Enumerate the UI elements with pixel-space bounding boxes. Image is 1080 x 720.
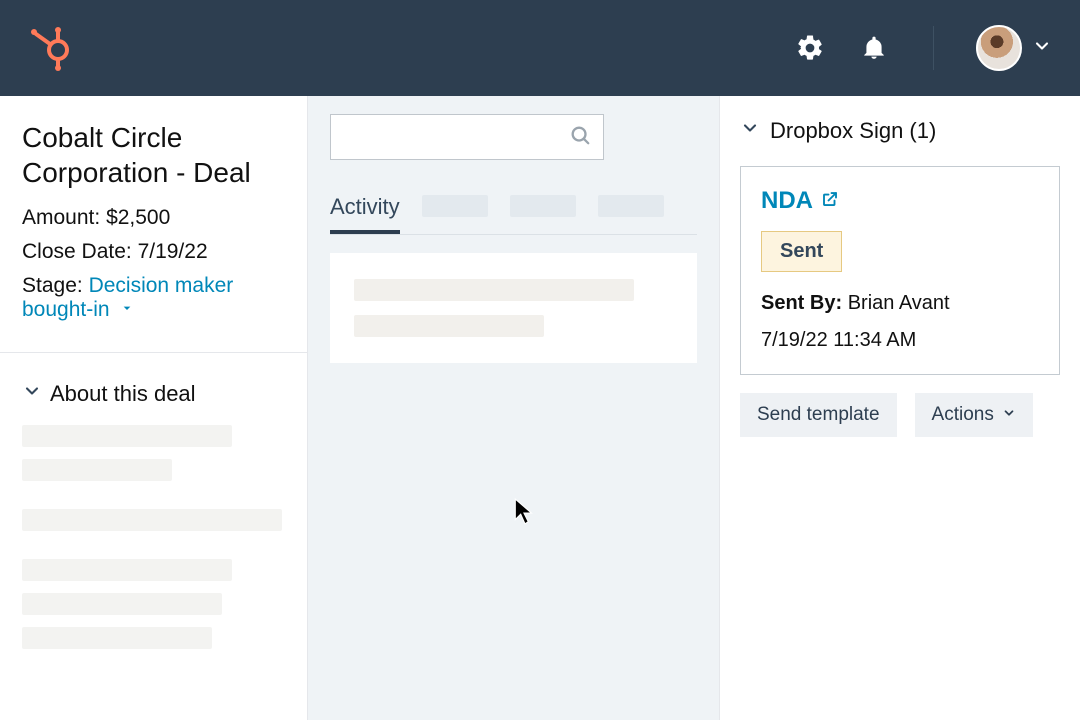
notifications-icon[interactable] [861, 33, 887, 63]
hubspot-logo[interactable] [28, 24, 76, 72]
doc-timestamp: 7/19/22 11:34 AM [761, 329, 1039, 352]
sent-by-line: Sent By: Brian Avant [761, 292, 1039, 315]
send-template-button[interactable]: Send template [740, 393, 897, 437]
deal-title: Cobalt Circle Corporation - Deal [22, 120, 285, 190]
activity-tabs: Activity [330, 188, 697, 235]
search-field[interactable] [330, 114, 604, 160]
user-avatar [976, 25, 1022, 71]
settings-icon[interactable] [795, 33, 825, 63]
tab-placeholder [422, 195, 488, 217]
tab-placeholder [598, 195, 664, 217]
section-title: Dropbox Sign (1) [770, 118, 936, 144]
tab-placeholder [510, 195, 576, 217]
doc-actions: Send template Actions [740, 393, 1060, 437]
about-this-deal-toggle[interactable]: About this deal [0, 353, 307, 425]
search-icon [569, 124, 591, 151]
actions-button[interactable]: Actions [915, 393, 1033, 437]
external-link-icon [821, 187, 839, 215]
chevron-down-icon [1002, 404, 1016, 426]
deal-close-date: Close Date: 7/19/22 [22, 240, 285, 264]
account-menu[interactable] [976, 25, 1052, 71]
dropbox-sign-section-toggle[interactable]: Dropbox Sign (1) [740, 118, 1060, 144]
caret-down-icon [119, 298, 135, 322]
activity-panel: Activity [308, 96, 720, 720]
about-heading: About this deal [50, 381, 196, 407]
activity-card [330, 253, 697, 363]
status-badge: Sent [761, 231, 842, 272]
tab-activity[interactable]: Activity [330, 188, 400, 234]
deal-stage[interactable]: Stage: Decision maker bought-in [22, 274, 285, 322]
chevron-down-icon [740, 118, 760, 144]
deal-amount: Amount: $2,500 [22, 206, 285, 230]
search-input[interactable] [345, 128, 569, 146]
doc-title-link[interactable]: NDA [761, 187, 1039, 215]
deal-left-panel: Cobalt Circle Corporation - Deal Amount:… [0, 96, 308, 720]
about-placeholders [0, 425, 307, 649]
chevron-down-icon [22, 381, 42, 407]
divider [933, 26, 934, 70]
top-nav [0, 0, 1080, 96]
signature-doc-card: NDA Sent Sent By: Brian Avant 7/19/22 11… [740, 166, 1060, 375]
integration-sidebar: Dropbox Sign (1) NDA Sent Sent By: Brian… [720, 96, 1080, 720]
chevron-down-icon [1032, 36, 1052, 61]
